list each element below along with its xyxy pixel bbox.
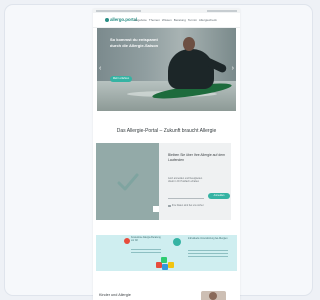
utility-links	[96, 10, 141, 12]
utility-links-right	[207, 10, 237, 12]
person-photo	[209, 292, 217, 300]
feature-banner: Kostenlose Allergie-Beratung vor Ort Ind…	[96, 235, 237, 271]
chevron-right-icon[interactable]: ›	[232, 65, 234, 73]
feature-text-right: Individuelle Unterstützung bei Allergien	[188, 238, 228, 240]
corner-marker	[153, 206, 159, 212]
newsletter-subtext: Jetzt anmelden und Neuigkeiten direkt in…	[168, 177, 228, 183]
main-navigation: allergo.portal Angebote Themen Wissen Be…	[93, 13, 240, 28]
text-line	[188, 253, 228, 254]
badge-icon	[173, 238, 181, 246]
feature-text-left: Kostenlose Allergie-Beratung vor Ort	[131, 237, 161, 242]
heart-icon	[124, 238, 130, 244]
privacy-note: Ihre Daten sind bei uns sicher	[172, 204, 204, 207]
logo-icon	[105, 18, 109, 22]
teal-image-panel	[96, 143, 159, 220]
lock-icon	[168, 204, 171, 207]
signup-button[interactable]: Anmelden	[208, 193, 230, 199]
block	[168, 262, 174, 268]
hero-cta-button[interactable]: Mehr erfahren	[110, 76, 132, 82]
toy-blocks-icon	[156, 256, 176, 271]
surfer-image	[168, 49, 214, 89]
webpage-preview: allergo.portal Angebote Themen Wissen Be…	[93, 9, 240, 300]
surfer-head-image	[183, 37, 195, 51]
newsletter-title: Bleiben Sie über Ihre Allergie auf dem L…	[168, 153, 225, 162]
section-title: Das Allergie-Portal – Zukunft braucht Al…	[116, 128, 217, 134]
nav-item[interactable]: Themen	[149, 17, 160, 23]
bottom-section-title: Kinder und Allergie	[99, 293, 131, 297]
text-line	[188, 250, 228, 251]
hero-title: So kommst du entspannt durch die Allergi…	[110, 37, 159, 48]
nav-item[interactable]: Termin	[188, 17, 197, 23]
text-line	[188, 256, 228, 257]
newsletter-section: Bleiben Sie über Ihre Allergie auf dem L…	[96, 143, 231, 220]
block	[161, 257, 167, 263]
feature-lines-right	[188, 250, 228, 259]
hero-banner: So kommst du entspannt durch die Allergi…	[97, 28, 236, 111]
site-logo[interactable]: allergo.portal	[105, 17, 137, 23]
nav-item[interactable]: Wissen	[162, 17, 172, 23]
newsletter-subtext-line: direkt in Ihr Postfach erhalten	[168, 180, 200, 184]
text-line	[131, 249, 161, 250]
checkmark-icon	[117, 173, 139, 191]
feature-lines-left	[131, 249, 161, 255]
chevron-left-icon[interactable]: ‹	[99, 65, 101, 73]
nav-item[interactable]: Beratung	[174, 17, 186, 23]
bottom-photo	[201, 291, 226, 300]
text-line	[131, 252, 161, 253]
email-field[interactable]	[168, 194, 204, 199]
nav-item[interactable]: Angebote	[134, 17, 147, 23]
nav-item[interactable]: Allergiecheck	[199, 17, 217, 23]
nav-items: Angebote Themen Wissen Beratung Termin A…	[134, 17, 217, 23]
